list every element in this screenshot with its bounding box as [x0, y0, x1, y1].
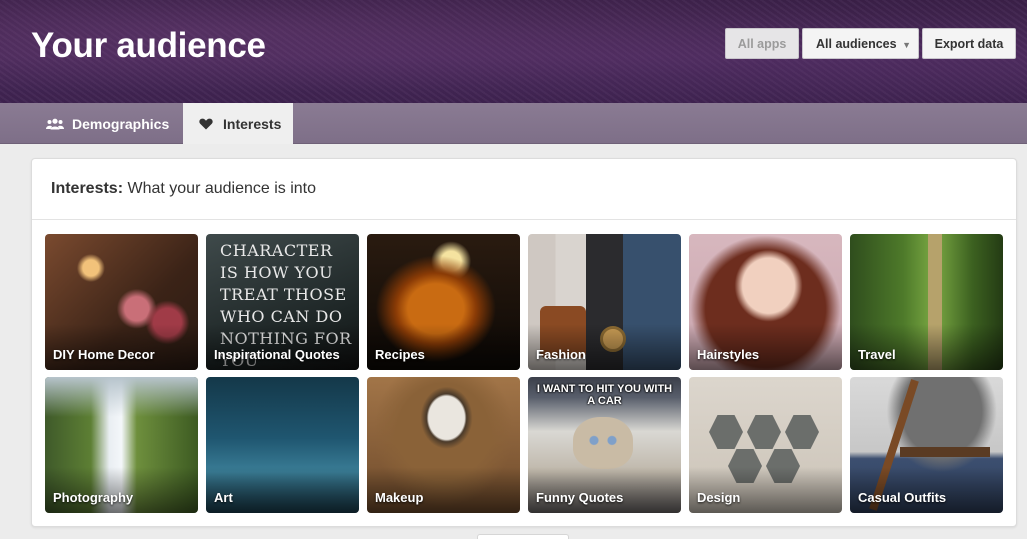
tab-demographics-label: Demographics	[72, 115, 170, 132]
panel-title-rest: What your audience is into	[123, 180, 317, 197]
interest-tile-recipes[interactable]: Recipes	[367, 234, 520, 370]
interest-label: Hairstyles	[697, 347, 760, 362]
interest-tile-diy-home-decor[interactable]: DIY Home Decor	[45, 234, 198, 370]
interest-label: Fashion	[536, 347, 586, 362]
interest-label: Inspirational Quotes	[214, 347, 340, 362]
interest-tile-casual-outfits[interactable]: Casual Outfits	[850, 377, 1003, 513]
load-more-button[interactable]	[477, 534, 569, 539]
interests-panel: Interests: What your audience is into DI…	[31, 158, 1017, 527]
all-audiences-label: All audiences	[816, 36, 897, 51]
all-apps-button[interactable]: All apps	[725, 28, 799, 59]
interest-label: Travel	[858, 347, 896, 362]
panel-title-bold: Interests:	[51, 180, 124, 197]
all-audiences-dropdown[interactable]: All audiences ▼	[802, 28, 919, 59]
page-header: Your audience All apps All audiences ▼ E…	[0, 0, 1027, 103]
meme-image-text: I WANT TO HIT YOU WITH A CAR	[536, 383, 673, 407]
interest-tile-design[interactable]: Design	[689, 377, 842, 513]
panel-heading: Interests: What your audience is into	[32, 159, 1016, 220]
interest-label: Recipes	[375, 347, 425, 362]
interest-label: Makeup	[375, 490, 424, 505]
cat-image	[573, 417, 633, 469]
interest-tile-fashion[interactable]: Fashion	[528, 234, 681, 370]
export-data-button[interactable]: Export data	[922, 28, 1016, 59]
interest-tile-inspirational-quotes[interactable]: CHARACTER IS HOW YOU TREAT THOSE WHO CAN…	[206, 234, 359, 370]
interest-tile-makeup[interactable]: Makeup	[367, 377, 520, 513]
interest-label: Funny Quotes	[536, 490, 624, 505]
tab-interests-label: Interests	[223, 115, 282, 132]
hexagon-image	[785, 415, 819, 449]
users-icon	[46, 117, 64, 131]
interest-tile-art[interactable]: Art	[206, 377, 359, 513]
tab-bar: Demographics Interests	[0, 103, 1027, 144]
interests-grid: DIY Home Decor CHARACTER IS HOW YOU TREA…	[45, 234, 1005, 516]
chevron-down-icon: ▼	[902, 40, 911, 50]
interest-label: DIY Home Decor	[53, 347, 155, 362]
hexagon-image	[709, 415, 743, 449]
tab-demographics[interactable]: Demographics	[32, 103, 183, 144]
interest-tile-travel[interactable]: Travel	[850, 234, 1003, 370]
interest-label: Casual Outfits	[858, 490, 947, 505]
interest-tile-photography[interactable]: Photography	[45, 377, 198, 513]
interest-label: Photography	[53, 490, 134, 505]
page-title: Your audience	[31, 26, 266, 65]
belt-image	[900, 447, 990, 457]
interest-tile-hairstyles[interactable]: Hairstyles	[689, 234, 842, 370]
hexagon-image	[747, 415, 781, 449]
interest-label: Art	[214, 490, 233, 505]
tab-interests[interactable]: Interests	[183, 103, 293, 144]
heart-icon	[197, 117, 215, 131]
interest-tile-funny-quotes[interactable]: I WANT TO HIT YOU WITH A CAR Funny Quote…	[528, 377, 681, 513]
interest-label: Design	[697, 490, 741, 505]
